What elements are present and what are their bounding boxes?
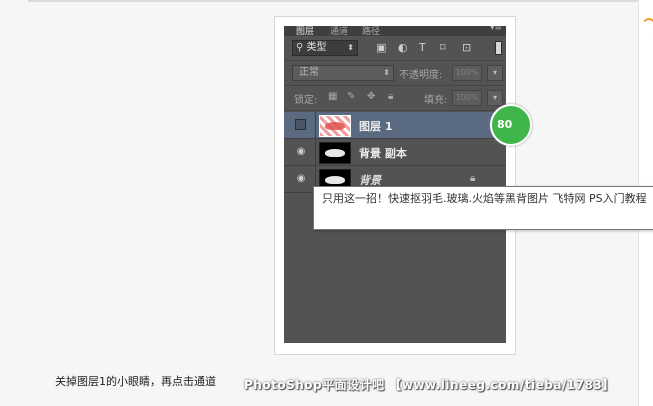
updown-icon: ⬍: [383, 68, 390, 77]
fill-label: 填充:: [424, 95, 448, 106]
opacity-input[interactable]: 100%: [452, 65, 482, 81]
row-separator: [315, 112, 316, 138]
shape-filter-icon[interactable]: ⌑: [440, 41, 446, 54]
blend-mode-select[interactable]: 正常 ⬍: [292, 65, 394, 81]
pixel-filter-icon[interactable]: ▣: [376, 41, 386, 54]
lock-all-icon[interactable]: 🔒︎: [388, 91, 393, 102]
watermark: PhotoShop平面设计吧 【www.lineeg.com/tieba/178…: [244, 378, 615, 392]
filter-toggle[interactable]: [495, 41, 502, 55]
top-divider: [28, 0, 638, 2]
eye-icon[interactable]: ◉: [295, 173, 307, 185]
smart-object-filter-icon[interactable]: ⊡: [462, 41, 471, 54]
fill-dropdown-icon[interactable]: ▾: [487, 90, 503, 106]
panel-tabs: 图层 通道 路径 ▾≡: [284, 26, 506, 37]
thumb-shape: [325, 149, 345, 157]
type-filter-icon[interactable]: T: [419, 41, 426, 54]
tooltip: 只用这一招！快速抠羽毛.玻璃.火焰等黑背图片 飞特网 PS入门教程: [313, 186, 653, 230]
layer-name[interactable]: 图层 1: [359, 118, 392, 134]
blend-row: 正常 ⬍ 不透明度: 100% ▾: [284, 60, 506, 86]
lock-label: 锁定:: [294, 95, 318, 106]
lock-move-icon[interactable]: ✥: [367, 91, 375, 102]
layer-thumbnail: [319, 115, 351, 137]
opacity-dropdown-icon[interactable]: ▾: [487, 65, 503, 81]
fill-input[interactable]: 100%: [452, 90, 482, 106]
updown-icon: ⬍: [347, 43, 354, 52]
filter-kind-select[interactable]: ⚲ 类型 ⬍: [292, 40, 358, 56]
search-icon: ⚲: [296, 42, 304, 53]
row-separator: [315, 139, 316, 165]
layers-panel: 图层 通道 路径 ▾≡ ⚲ 类型 ⬍ ▣ ◐ T ⌑ ⊡ 正常 ⬍ 不透明度: …: [284, 26, 506, 343]
opacity-label: 不透明度:: [399, 70, 443, 81]
eye-icon[interactable]: ◉: [295, 146, 307, 158]
layer-row-background-copy[interactable]: ◉ 背景 副本: [284, 139, 506, 166]
filter-kind-label: 类型: [306, 42, 327, 53]
progress-badge: 80: [490, 104, 532, 146]
lock-transparency-icon[interactable]: ▦: [328, 91, 337, 102]
lock-brush-icon[interactable]: ✎: [347, 91, 355, 102]
layer-thumbnail: [319, 142, 351, 164]
filter-row: ⚲ 类型 ⬍ ▣ ◐ T ⌑ ⊡: [284, 36, 506, 61]
step-caption: 关掉图层1的小眼睛，再点击通道: [55, 375, 216, 388]
blend-mode-value: 正常: [299, 67, 319, 78]
orange-arc-icon: [641, 18, 653, 40]
visibility-toggle-off[interactable]: [295, 119, 306, 130]
layer-name[interactable]: 背景 副本: [359, 145, 407, 161]
adjustment-filter-icon[interactable]: ◐: [398, 41, 408, 54]
thumb-shape: [325, 122, 345, 130]
lock-icon: 🔒︎: [470, 173, 476, 184]
thumb-shape: [325, 176, 345, 184]
panel-menu-icon[interactable]: ▾≡: [490, 26, 502, 33]
layer-row-layer1[interactable]: 图层 1: [284, 112, 506, 139]
lock-row: 锁定: ▦ ✎ ✥ 🔒︎ 填充: 100% ▾: [284, 86, 506, 111]
